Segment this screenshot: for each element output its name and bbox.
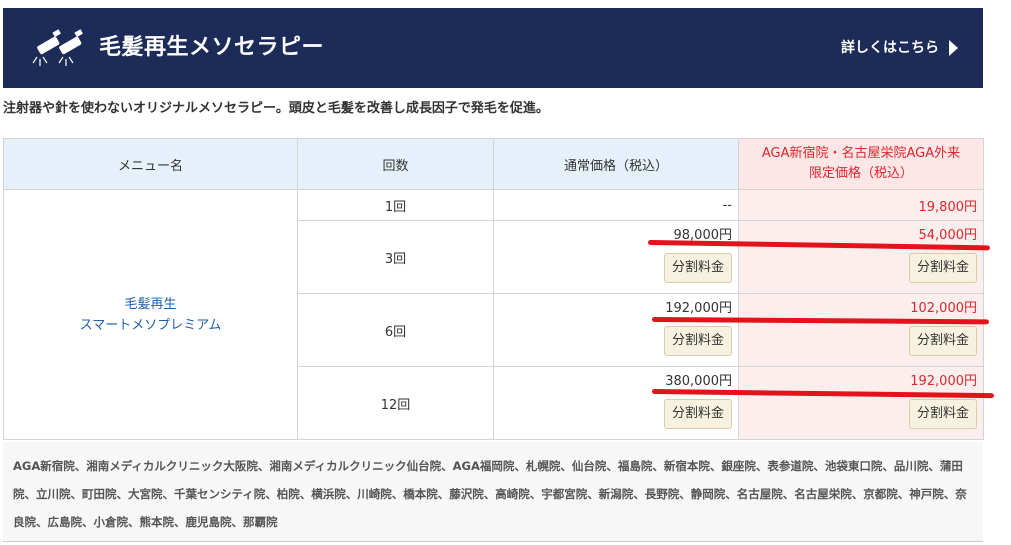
normal-price-cell: 380,000円 分割料金 <box>493 366 739 440</box>
installment-button[interactable]: 分割料金 <box>663 399 732 429</box>
aga-price-cell: 54,000円 分割料金 <box>738 220 984 294</box>
menu-name-cell: 毛髪再生 スマートメソプレミアム <box>3 189 298 440</box>
details-link[interactable]: 詳しくはこちら <box>841 8 958 88</box>
normal-price-cell: -- <box>493 189 739 221</box>
count-cell: 12回 <box>297 366 494 440</box>
installment-button[interactable]: 分割料金 <box>908 253 977 283</box>
aga-price-cell: 102,000円 分割料金 <box>738 293 984 367</box>
table-header-row: メニュー名 回数 通常価格（税込） AGA新宿院・名古屋栄院AGA外来 限定価格… <box>3 138 984 190</box>
aga-price-cell: 192,000円 分割料金 <box>738 366 984 440</box>
section-title: 毛髪再生メソセラピー <box>99 35 325 60</box>
section-header: 毛髪再生メソセラピー 詳しくはこちら <box>3 8 983 88</box>
count-cell: 6回 <box>297 293 494 367</box>
installment-button[interactable]: 分割料金 <box>908 326 977 356</box>
normal-price-cell: 98,000円 分割料金 <box>493 220 739 294</box>
normal-price-cell: 192,000円 分割料金 <box>493 293 739 367</box>
aga-price-cell: 19,800円 <box>738 189 984 221</box>
details-link-label: 詳しくはこちら <box>841 40 939 56</box>
count-cell: 3回 <box>297 220 494 294</box>
installment-button[interactable]: 分割料金 <box>663 253 732 283</box>
table-row: 毛髪再生 スマートメソプレミアム 1回 -- 19,800円 <box>3 189 984 440</box>
clinic-list: AGA新宿院、湘南メディカルクリニック大阪院、湘南メディカルクリニック仙台院、A… <box>3 442 983 542</box>
installment-button[interactable]: 分割料金 <box>663 326 732 356</box>
section-description: 注射器や針を使わないオリジナルメソセラピー。頭皮と毛髪を改善し成長因子で発毛を促… <box>3 101 549 116</box>
menu-name-line2: スマートメソプレミアム <box>79 317 222 333</box>
arrow-right-icon <box>949 40 958 56</box>
count-cell: 1回 <box>297 189 494 221</box>
header-aga-price: AGA新宿院・名古屋栄院AGA外来 限定価格（税込） <box>738 138 984 190</box>
normal-price-value: 98,000円 <box>673 228 733 243</box>
header-count: 回数 <box>297 138 494 190</box>
menu-name-line1: 毛髪再生 <box>124 296 177 312</box>
header-aga-line2: 限定価格（税込） <box>808 166 913 181</box>
header-menu-name: メニュー名 <box>3 138 298 190</box>
installment-button[interactable]: 分割料金 <box>908 399 977 429</box>
header-aga-line1: AGA新宿院・名古屋栄院AGA外来 <box>761 146 961 161</box>
laser-device-icon <box>32 29 83 66</box>
header-normal-price: 通常価格（税込） <box>493 138 739 190</box>
